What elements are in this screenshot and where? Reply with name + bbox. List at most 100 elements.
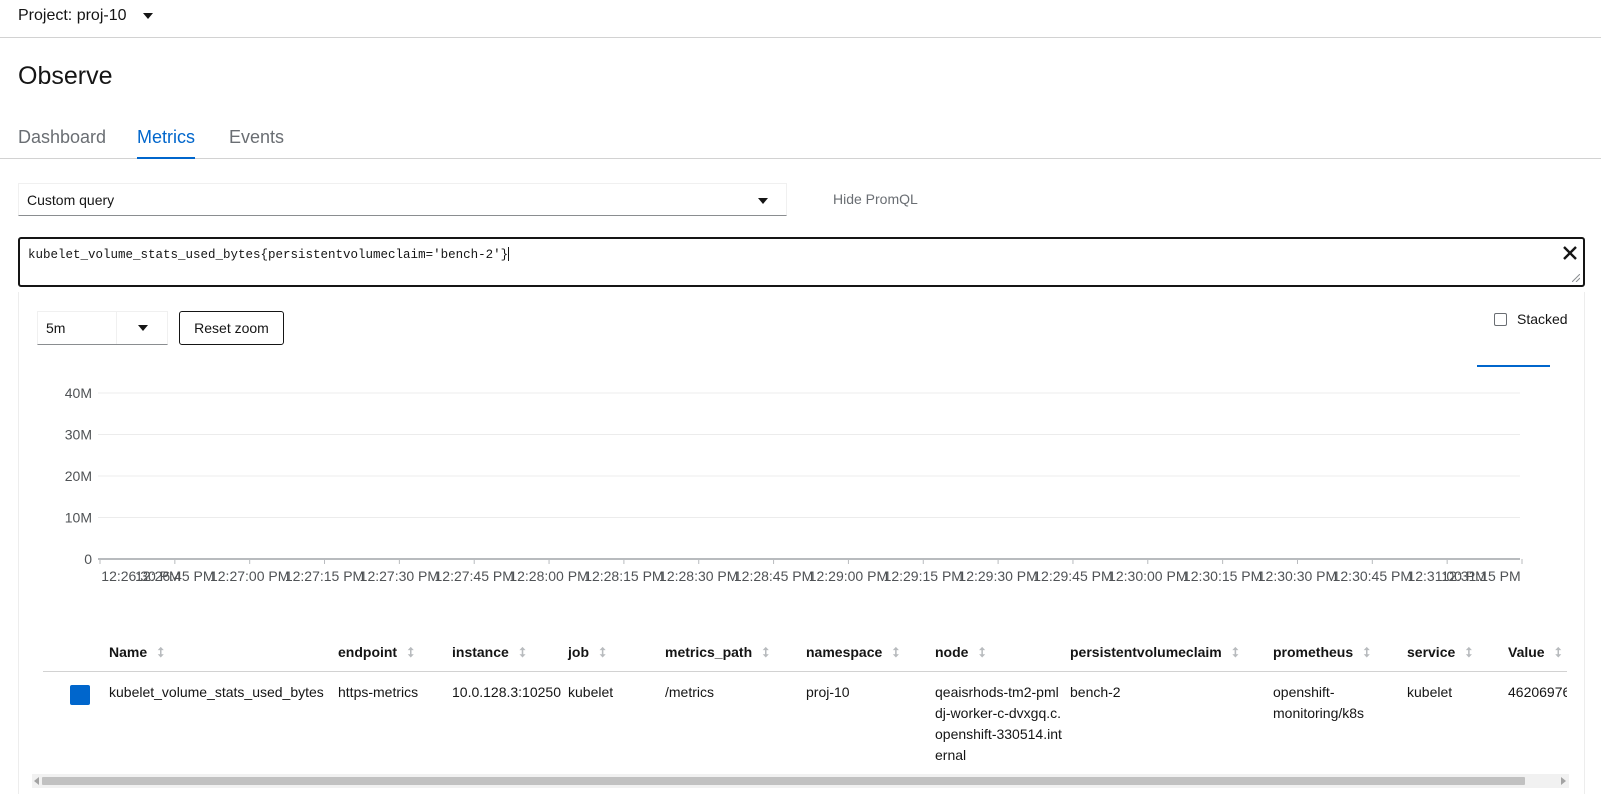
column-header-name[interactable]: Name ⭥: [109, 635, 338, 672]
y-tick-label: 30M: [65, 427, 92, 443]
column-header-metrics-path[interactable]: metrics_path ⭥: [665, 635, 806, 672]
column-header-label: Value: [1508, 644, 1545, 660]
column-header-node[interactable]: node ⭥: [935, 635, 1070, 672]
x-tick-label: 12:30:00 PM: [1108, 568, 1187, 584]
column-header-label: node: [935, 644, 969, 660]
x-tick-label: 12:26:45 PM: [135, 568, 214, 584]
metrics-chart[interactable]: 010M20M30M40M12:26:30 PM12:26:45 PM12:27…: [40, 375, 1560, 595]
project-selector-label: Project: proj-10: [18, 7, 127, 24]
scroll-left-icon[interactable]: [34, 777, 39, 785]
query-select[interactable]: Custom query: [18, 183, 787, 216]
x-tick-label: 12:27:30 PM: [360, 568, 439, 584]
promql-input[interactable]: kubelet_volume_stats_used_bytes{persiste…: [18, 237, 1585, 287]
column-header-label: namespace: [806, 644, 883, 660]
x-tick-label: 12:29:45 PM: [1033, 568, 1112, 584]
series-swatch-cell: [43, 672, 109, 776]
x-tick-label: 12:28:15 PM: [584, 568, 663, 584]
results-table: Name ⭥ endpoint ⭥ instance ⭥ job ⭥ metrics_p…: [43, 635, 1567, 775]
project-bar: Project: proj-10: [0, 0, 1601, 38]
x-tick-label: 12:27:15 PM: [285, 568, 364, 584]
cell-service: kubelet: [1407, 684, 1453, 700]
series-color-swatch[interactable]: [70, 685, 90, 705]
cell-prometheus: openshift-monitoring/k8s: [1273, 684, 1365, 721]
cell-persistentvolumeclaim: bench-2: [1070, 684, 1121, 700]
timespan-dropdown[interactable]: 5m: [37, 311, 168, 345]
scrollbar-thumb[interactable]: [42, 777, 1525, 785]
reset-zoom-button[interactable]: Reset zoom: [179, 311, 284, 345]
sort-icon[interactable]: ⭥: [519, 645, 526, 661]
tab-bar: Dashboard Metrics Events: [0, 118, 1601, 159]
y-tick-label: 0: [84, 551, 92, 567]
close-icon[interactable]: [1560, 243, 1580, 263]
cell-value: 46206976: [1508, 684, 1567, 700]
y-tick-label: 10M: [65, 510, 92, 526]
column-header-endpoint[interactable]: endpoint ⭥: [338, 635, 452, 672]
tab-dashboard[interactable]: Dashboard: [18, 127, 106, 157]
column-header-label: service: [1407, 644, 1456, 660]
cell-metrics-path: /metrics: [665, 684, 714, 700]
x-tick-label: 12:28:30 PM: [659, 568, 738, 584]
tab-events[interactable]: Events: [229, 127, 284, 157]
column-header-label: job: [568, 644, 589, 660]
column-header-persistentvolumeclaim[interactable]: persistentvolumeclaim ⭥: [1070, 635, 1273, 672]
project-selector[interactable]: Project: proj-10: [18, 5, 153, 27]
x-tick-label: 12:29:00 PM: [809, 568, 888, 584]
column-header-label: instance: [452, 644, 509, 660]
x-tick-label: 12:30:45 PM: [1333, 568, 1412, 584]
column-header-namespace[interactable]: namespace ⭥: [806, 635, 935, 672]
x-tick-label: 12:27:45 PM: [435, 568, 514, 584]
x-tick-label: 12:30:30 PM: [1258, 568, 1337, 584]
column-header-job[interactable]: job ⭥: [568, 635, 665, 672]
stacked-label: Stacked: [1517, 311, 1568, 327]
sort-icon[interactable]: ⭥: [157, 645, 164, 661]
hide-promql-button[interactable]: Hide PromQL: [833, 191, 918, 207]
caret-down-icon: [142, 13, 153, 19]
sort-icon[interactable]: ⭥: [1232, 645, 1239, 661]
x-tick-label: 12:31:15 PM: [1441, 568, 1520, 584]
y-tick-label: 20M: [65, 468, 92, 484]
query-select-value: Custom query: [27, 191, 115, 208]
x-tick-label: 12:28:00 PM: [509, 568, 588, 584]
sort-icon[interactable]: ⭥: [407, 645, 414, 661]
x-tick-label: 12:27:00 PM: [210, 568, 289, 584]
x-tick-label: 12:29:30 PM: [958, 568, 1037, 584]
scroll-right-icon[interactable]: [1561, 777, 1566, 785]
resize-grip-icon[interactable]: [1572, 274, 1580, 282]
cell-namespace: proj-10: [806, 684, 850, 700]
timespan-value[interactable]: 5m: [38, 320, 117, 336]
x-tick-label: 12:28:45 PM: [734, 568, 813, 584]
column-header-label: metrics_path: [665, 644, 753, 660]
timespan-toggle[interactable]: [116, 312, 167, 344]
cell-endpoint: https-metrics: [338, 684, 419, 700]
results-table-wrapper: Name ⭥ endpoint ⭥ instance ⭥ job ⭥ metrics_p…: [43, 635, 1567, 775]
stacked-toggle[interactable]: Stacked: [1494, 311, 1568, 327]
column-header-prometheus[interactable]: prometheus ⭥: [1273, 635, 1407, 672]
stacked-checkbox[interactable]: [1494, 312, 1507, 326]
text-cursor: [508, 246, 510, 261]
y-tick-label: 40M: [65, 385, 92, 401]
sort-icon[interactable]: ⭥: [1363, 645, 1370, 661]
sort-icon[interactable]: ⭥: [762, 645, 769, 661]
cell-job: kubelet: [568, 684, 614, 700]
sort-icon[interactable]: ⭥: [1465, 645, 1472, 661]
caret-down-icon: [758, 198, 768, 204]
tab-metrics[interactable]: Metrics: [137, 127, 195, 159]
horizontal-scrollbar[interactable]: [32, 774, 1569, 788]
column-header-value[interactable]: Value ⭥: [1508, 635, 1567, 672]
sort-icon[interactable]: ⭥: [978, 645, 985, 661]
sort-icon[interactable]: ⭥: [599, 645, 606, 661]
cell-node: qeaisrhods-tm2-pmldj-worker-c-dvxgq.c.op…: [935, 684, 1062, 763]
sort-icon[interactable]: ⭥: [1555, 645, 1562, 661]
column-header-label: endpoint: [338, 644, 398, 660]
table-header-row: Name ⭥ endpoint ⭥ instance ⭥ job ⭥ metrics_p…: [43, 635, 1567, 672]
x-tick-label: 12:30:15 PM: [1183, 568, 1262, 584]
column-header-instance[interactable]: instance ⭥: [452, 635, 568, 672]
table-row: kubelet_volume_stats_used_bytes https-me…: [43, 672, 1567, 776]
cell-instance: 10.0.128.3:10250: [452, 684, 561, 700]
x-tick-label: 12:29:15 PM: [884, 568, 963, 584]
sort-icon[interactable]: ⭥: [892, 645, 899, 661]
series-legend-line: [1477, 365, 1550, 367]
swatch-header: [43, 635, 109, 672]
column-header-service[interactable]: service ⭥: [1407, 635, 1508, 672]
cell-name: kubelet_volume_stats_used_bytes: [109, 684, 324, 700]
